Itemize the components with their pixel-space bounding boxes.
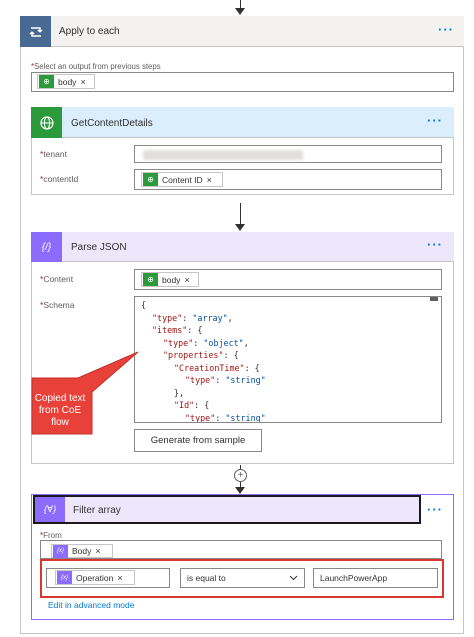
braces-icon: {x} xyxy=(57,571,72,584)
apply-to-each-header[interactable]: Apply to each ··· xyxy=(20,16,464,47)
body-token[interactable]: ⊕ body × xyxy=(37,74,95,89)
select-output-label: *Select an output from previous steps xyxy=(31,62,161,71)
filter-array-header[interactable]: {∀} Filter array xyxy=(33,495,421,524)
filter-array-menu-icon[interactable]: ··· xyxy=(427,502,443,517)
schema-line: "type": "string" xyxy=(185,375,266,385)
operation-token-label: Operation xyxy=(76,572,114,583)
from-body-token[interactable]: {x} Body × xyxy=(51,544,113,558)
schema-line: "Id": { xyxy=(174,400,210,410)
connector-arrowhead-2 xyxy=(235,224,245,231)
content-label: *Content xyxy=(40,274,74,284)
braces-icon: {x} xyxy=(53,544,68,558)
schema-line: "type": "array", xyxy=(152,312,233,323)
body-token-label: body xyxy=(58,76,77,87)
schema-line: { xyxy=(141,300,147,310)
parse-json-menu-icon[interactable]: ··· xyxy=(427,237,443,252)
close-icon[interactable]: × xyxy=(80,77,85,87)
close-icon[interactable]: × xyxy=(95,546,100,556)
schema-editor[interactable]: { "type": "array", "items": { "type": "obje… xyxy=(134,296,442,423)
parse-json-header[interactable]: {/} Parse JSON ··· xyxy=(31,232,454,262)
filter-braces-icon: {∀} xyxy=(35,497,65,522)
condition-value-input[interactable]: LaunchPowerApp xyxy=(313,568,438,588)
content-id-token[interactable]: ⊕ Content ID × xyxy=(141,172,223,187)
plus-icon[interactable]: + xyxy=(234,469,247,482)
connector-arrowhead-3 xyxy=(235,487,245,494)
globe-icon: ⊕ xyxy=(39,75,54,88)
globe-icon xyxy=(31,107,62,138)
get-content-details-header[interactable]: GetContentDetails ··· xyxy=(31,107,454,138)
globe-icon: ⊕ xyxy=(143,173,158,186)
close-icon[interactable]: × xyxy=(117,573,122,583)
condition-value-text: LaunchPowerApp xyxy=(320,573,388,583)
from-label: *From xyxy=(40,531,62,540)
schema-line: "CreationTime": { xyxy=(174,362,260,373)
schema-line: "type": "string" xyxy=(185,412,266,423)
tenant-input[interactable] xyxy=(134,145,442,163)
schema-line: "properties": { xyxy=(163,350,239,360)
scrollbar-thumb[interactable] xyxy=(430,297,438,301)
globe-icon: ⊕ xyxy=(143,273,158,286)
get-content-details-menu-icon[interactable]: ··· xyxy=(427,113,443,128)
close-icon[interactable]: × xyxy=(207,175,212,185)
apply-to-each-title: Apply to each xyxy=(59,26,120,37)
content-body-token[interactable]: ⊕ body × xyxy=(141,272,199,287)
schema-line: "type": "object", xyxy=(163,337,249,348)
get-content-details-title: GetContentDetails xyxy=(71,118,153,129)
connector-arrowhead-top xyxy=(235,8,245,15)
content-id-label: *contentId xyxy=(40,174,79,184)
content-id-token-label: Content ID xyxy=(162,174,203,185)
filter-array-title: Filter array xyxy=(73,505,121,516)
chevron-down-icon xyxy=(289,575,298,581)
edit-advanced-mode-link[interactable]: Edit in advanced mode xyxy=(48,600,134,610)
operator-select[interactable]: is equal to xyxy=(180,568,305,588)
operator-select-value: is equal to xyxy=(187,573,226,583)
operation-token[interactable]: {x} Operation × xyxy=(55,570,135,585)
parse-json-title: Parse JSON xyxy=(71,242,127,253)
from-body-token-label: Body xyxy=(72,546,92,556)
schema-line: "items": { xyxy=(152,325,203,335)
apply-to-each-menu-icon[interactable]: ··· xyxy=(438,22,454,37)
content-body-token-label: body xyxy=(162,274,181,285)
callout-text: Copied text from CoE flow xyxy=(34,393,86,428)
close-icon[interactable]: × xyxy=(184,275,189,285)
braces-icon: {/} xyxy=(31,232,62,262)
connector-arrow-2 xyxy=(240,203,241,225)
schema-label: *Schema xyxy=(40,300,75,310)
tenant-label: *tenant xyxy=(40,149,67,159)
tenant-redacted-value xyxy=(143,150,303,160)
schema-line: }, xyxy=(174,387,185,398)
loop-icon xyxy=(20,16,51,47)
